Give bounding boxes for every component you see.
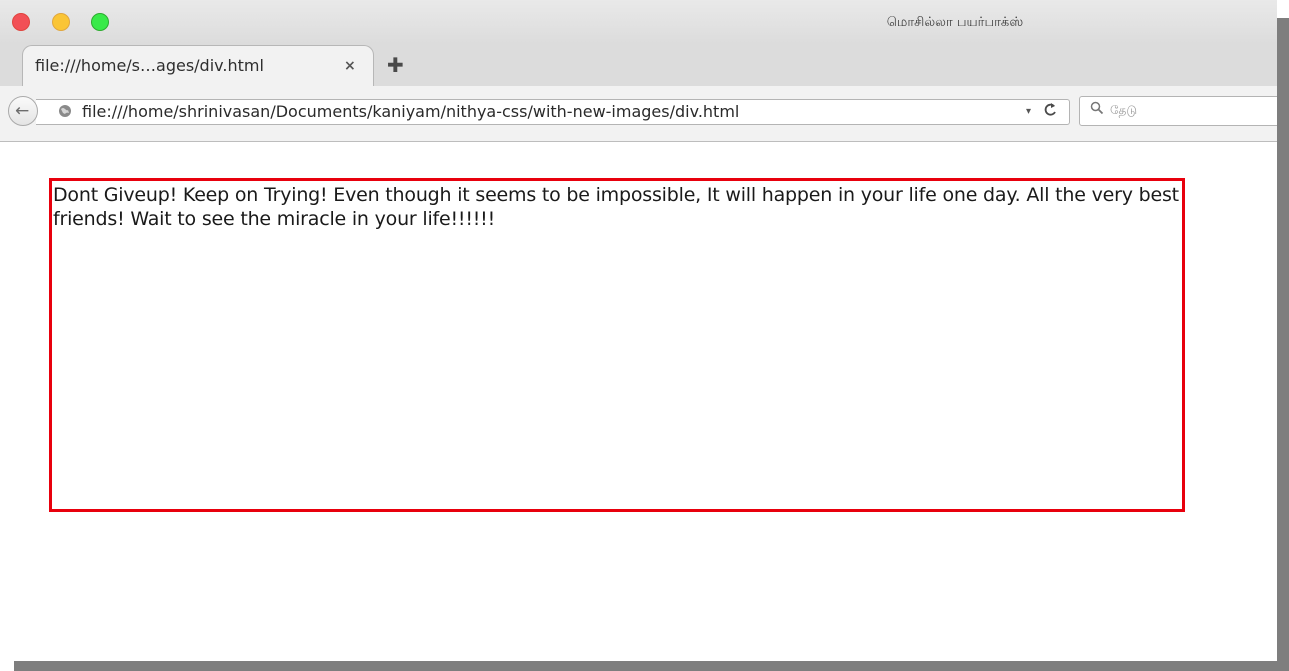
window-minimize-button[interactable] [52,13,70,31]
page-content: Dont Giveup! Keep on Trying! Even though… [0,142,1277,661]
back-button[interactable]: ← [8,96,38,126]
url-text[interactable]: file:///home/shrinivasan/Documents/kaniy… [82,102,739,121]
div-text: Dont Giveup! Keep on Trying! Even though… [53,184,1179,230]
tab-div-html[interactable]: file:///home/s…ages/div.html × [22,45,374,86]
reload-icon[interactable] [1043,102,1057,122]
search-bar[interactable]: தேடு [1079,96,1277,126]
tab-strip: file:///home/s…ages/div.html × ✚ [0,44,1277,86]
window-shadow-bottom [14,661,1289,671]
url-bar[interactable]: file:///home/shrinivasan/Documents/kaniy… [36,99,1070,125]
title-bar: மொசில்லா பயர்பாக்ஸ் [0,0,1277,44]
window-title: மொசில்லா பயர்பாக்ஸ் [886,15,1024,30]
plus-icon[interactable]: ✚ [387,55,404,75]
window-shadow-right [1277,18,1289,671]
window-maximize-button[interactable] [91,13,109,31]
tab-title: file:///home/s…ages/div.html [35,56,264,75]
search-icon [1090,101,1104,119]
search-placeholder: தேடு [1110,103,1138,117]
navigation-bar: file:///home/shrinivasan/Documents/kaniy… [0,86,1277,142]
close-icon[interactable]: × [344,58,356,74]
globe-icon [58,104,72,122]
arrow-left-icon: ← [15,101,30,121]
bordered-div: Dont Giveup! Keep on Trying! Even though… [49,178,1185,512]
browser-window: மொசில்லா பயர்பாக்ஸ் file:///home/s…ages/… [0,0,1277,661]
window-close-button[interactable] [12,13,30,31]
chevron-down-icon[interactable]: ▾ [1026,106,1031,117]
